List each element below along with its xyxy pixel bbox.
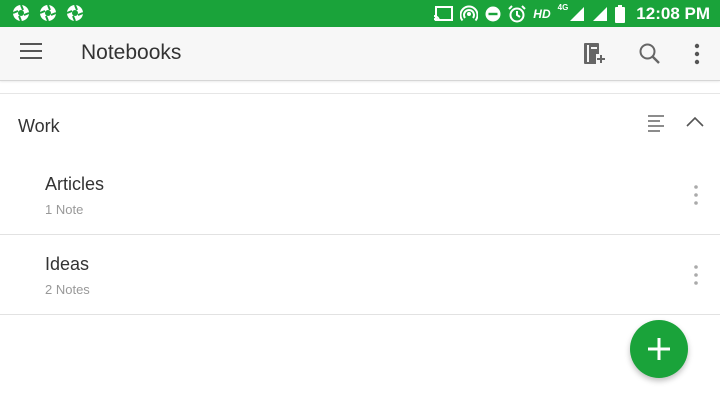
status-right-icons: HD 4G 12:08 PM bbox=[433, 0, 710, 27]
notebook-name: Articles bbox=[45, 174, 105, 194]
new-notebook-icon[interactable] bbox=[581, 41, 607, 67]
hotspot-icon bbox=[460, 5, 479, 21]
notebook-row-articles[interactable]: Articles 1 Note bbox=[0, 155, 720, 235]
search-icon[interactable] bbox=[637, 41, 663, 67]
network-type-label: 4G bbox=[557, 3, 569, 12]
aperture-icon bbox=[12, 4, 30, 22]
signal-icon bbox=[593, 6, 608, 21]
status-bar: HD 4G 12:08 PM bbox=[0, 0, 720, 27]
notebook-note-count: 1 Note bbox=[45, 202, 84, 217]
notebook-name: Ideas bbox=[45, 254, 90, 274]
stack-title: Work bbox=[18, 116, 60, 136]
signal-icon bbox=[570, 6, 585, 21]
add-fab-button[interactable] bbox=[630, 320, 688, 378]
aperture-icon bbox=[66, 4, 84, 22]
cast-icon bbox=[434, 5, 454, 21]
notebook-note-count: 2 Notes bbox=[45, 282, 90, 297]
do-not-disturb-icon bbox=[485, 6, 501, 21]
battery-icon bbox=[615, 4, 626, 23]
sort-icon[interactable] bbox=[646, 113, 668, 135]
page-title: Notebooks bbox=[81, 41, 182, 64]
hd-label: HD bbox=[533, 6, 551, 21]
stack-header[interactable]: Work bbox=[0, 94, 720, 156]
aperture-icon bbox=[39, 4, 57, 22]
more-vert-icon[interactable] bbox=[684, 41, 710, 67]
notebook-row-ideas[interactable]: Ideas 2 Notes bbox=[0, 235, 720, 315]
alarm-icon bbox=[508, 4, 526, 22]
more-vert-icon[interactable] bbox=[688, 263, 704, 287]
status-time: 12:08 PM bbox=[636, 3, 710, 23]
hamburger-menu-icon[interactable] bbox=[20, 43, 42, 65]
plus-icon bbox=[648, 338, 670, 360]
chevron-up-icon[interactable] bbox=[684, 111, 706, 133]
more-vert-icon[interactable] bbox=[688, 183, 704, 207]
status-left-icons bbox=[12, 4, 84, 22]
toolbar: Notebooks bbox=[0, 27, 720, 81]
